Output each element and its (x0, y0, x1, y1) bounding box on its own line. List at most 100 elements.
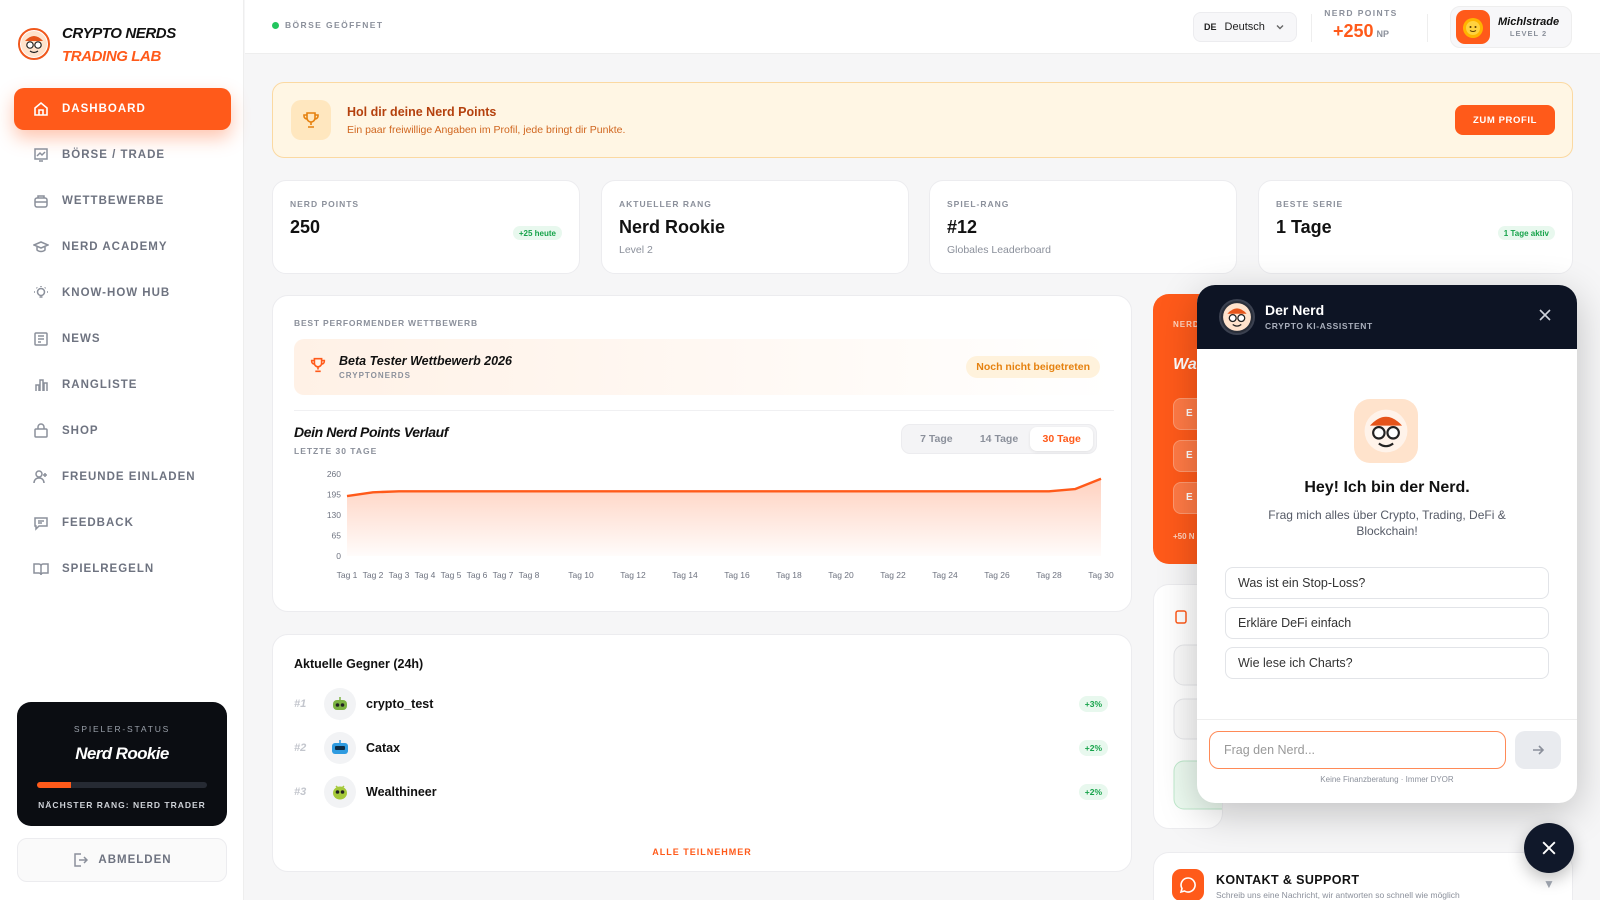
send-button[interactable] (1515, 731, 1561, 769)
brand-logo[interactable]: CRYPTO NERDS TRADING LAB (18, 22, 176, 68)
nav-item-freunde[interactable]: FREUNDE EINLADEN (14, 456, 231, 498)
x-tick-label: Tag 10 (568, 570, 594, 580)
trophy-icon (309, 356, 327, 379)
opponent-row[interactable]: #1 crypto_test +3% (294, 684, 1114, 724)
range-7-days[interactable]: 7 Tage (905, 427, 968, 451)
nav-item-shop[interactable]: SHOP (14, 410, 231, 452)
nav-item-feedback[interactable]: FEEDBACK (14, 502, 231, 544)
challenge-label: NERD (1173, 320, 1200, 329)
stat-sub: Level 2 (619, 244, 653, 256)
user-menu[interactable]: Michlstrade LEVEL 2 (1450, 6, 1572, 48)
close-icon[interactable] (1539, 309, 1551, 321)
stat-value: 250 (290, 217, 321, 237)
y-tick-label: 65 (332, 531, 342, 541)
divider (1427, 14, 1428, 42)
support-card[interactable]: KONTAKT & SUPPORT Schreib uns eine Nachr… (1153, 852, 1573, 900)
x-tick-label: Tag 7 (493, 570, 514, 580)
opponent-change: +3% (1078, 696, 1108, 712)
rank-progress-bar (37, 782, 207, 788)
opponent-row[interactable]: #3 Wealthineer +2% (294, 772, 1114, 812)
section-label: BEST PERFORMENDER WETTBEWERB (294, 318, 478, 328)
nav-item-rangliste[interactable]: RANGLISTE (14, 364, 231, 406)
chat-greeting: Hey! Ich bin der Nerd. (1304, 479, 1470, 496)
player-rank: Nerd Rookie (75, 744, 169, 763)
brand-line-2: TRADING LAB (62, 48, 161, 65)
main-nav: DASHBOARD BÖRSE / TRADE WETTBEWERBE NERD… (14, 88, 231, 594)
arrow-right-icon (1533, 745, 1545, 755)
brand-line-1: CRYPTO NERDS (62, 25, 176, 42)
nav-label: WETTBEWERBE (62, 195, 165, 207)
challenge-option-label: E (1186, 450, 1193, 461)
range-30-days[interactable]: 30 Tage (1030, 427, 1094, 451)
message-icon (32, 514, 50, 532)
range-14-days[interactable]: 14 Tage (968, 427, 1031, 451)
chart-title: Dein Nerd Points Verlauf (294, 424, 449, 440)
challenge-title: Wa (1173, 356, 1197, 373)
x-tick-label: Tag 1 (337, 570, 358, 580)
promo-title: Hol dir deine Nerd Points (347, 105, 497, 119)
opponent-row[interactable]: #2 Catax +2% (294, 728, 1114, 768)
stat-card-serie: BESTE SERIE 1 Tage 1 Tage aktiv (1258, 180, 1573, 274)
nav-item-spielregeln[interactable]: SPIELREGELN (14, 548, 231, 590)
opponent-change: +2% (1078, 784, 1108, 800)
bar-chart-icon (32, 376, 50, 394)
newspaper-icon (32, 330, 50, 348)
nav-item-wettbewerbe[interactable]: WETTBEWERBE (14, 180, 231, 222)
scroll-down-icon[interactable]: ▼ (1543, 877, 1555, 891)
competition-status-badge: Noch nicht beigetreten (966, 356, 1100, 378)
bag-icon (32, 422, 50, 440)
competition-card: BEST PERFORMENDER WETTBEWERB Beta Tester… (272, 295, 1132, 612)
chat-suggestion[interactable]: Was ist ein Stop-Loss? (1225, 567, 1549, 599)
x-tick-label: Tag 5 (441, 570, 462, 580)
topbar: BÖRSE GEÖFFNET DE Deutsch NERD POINTS +2… (245, 0, 1600, 54)
profile-button[interactable]: ZUM PROFIL (1455, 105, 1555, 135)
chart-subtitle: LETZTE 30 TAGE (294, 446, 378, 456)
y-tick-label: 0 (336, 551, 341, 561)
opponents-card: Aktuelle Gegner (24h) #1 crypto_test +3%… (272, 634, 1132, 872)
chat-suggestion[interactable]: Wie lese ich Charts? (1225, 647, 1549, 679)
opponent-name: Catax (366, 741, 401, 755)
competition-row[interactable]: Beta Tester Wettbewerb 2026 CRYPTONERDS … (294, 339, 1114, 395)
nav-label: NEWS (62, 333, 101, 345)
stat-card-spiel-rang: SPIEL-RANG #12 Globales Leaderboard (929, 180, 1237, 274)
nav-item-boerse[interactable]: BÖRSE / TRADE (14, 134, 231, 176)
user-plus-icon (32, 468, 50, 486)
language-select[interactable]: DE Deutsch (1193, 12, 1297, 42)
opponents-title: Aktuelle Gegner (24h) (294, 657, 424, 671)
nav-label: RANGLISTE (62, 379, 138, 391)
x-tick-label: Tag 3 (389, 570, 410, 580)
stat-badge: +25 heute (512, 226, 562, 240)
x-tick-label: Tag 2 (363, 570, 384, 580)
trophy-icon (291, 100, 331, 140)
chevron-down-icon (1275, 22, 1285, 32)
nerd-mascot-icon (18, 28, 50, 60)
language-label: Deutsch (1224, 21, 1265, 33)
x-tick-label: Tag 14 (672, 570, 698, 580)
nav-item-news[interactable]: NEWS (14, 318, 231, 360)
chat-toggle-button[interactable] (1524, 823, 1574, 873)
x-tick-label: Tag 18 (776, 570, 802, 580)
x-tick-label: Tag 26 (984, 570, 1010, 580)
nav-item-dashboard[interactable]: DASHBOARD (14, 88, 231, 130)
chat-header: Der Nerd CRYPTO KI-ASSISTENT (1197, 285, 1577, 349)
promo-text: Ein paar freiwillige Angaben im Profil, … (347, 124, 626, 136)
close-icon (1542, 841, 1556, 855)
nerd-mascot-icon (1354, 399, 1418, 463)
stat-value: 1 Tage (1276, 217, 1332, 237)
all-participants-link[interactable]: ALLE TEILNEHMER (273, 847, 1131, 857)
x-tick-label: Tag 6 (467, 570, 488, 580)
nerd-points-value: +250 (1332, 21, 1374, 41)
nerd-points-label: NERD POINTS (1324, 8, 1398, 18)
chat-suggestion[interactable]: Erkläre DeFi einfach (1225, 607, 1549, 639)
nerd-points-display: NERD POINTS +250 NP (1321, 8, 1401, 42)
stat-sub: Globales Leaderboard (947, 244, 1051, 256)
coin-mascot-icon (1463, 18, 1483, 38)
nav-item-academy[interactable]: NERD ACADEMY (14, 226, 231, 268)
graduation-icon (32, 238, 50, 256)
nav-item-knowhow[interactable]: KNOW-HOW HUB (14, 272, 231, 314)
chat-input[interactable]: Frag den Nerd... (1209, 731, 1506, 769)
competition-org: CRYPTONERDS (339, 371, 411, 380)
x-tick-label: Tag 24 (932, 570, 958, 580)
logout-button[interactable]: ABMELDEN (17, 838, 227, 882)
x-tick-label: Tag 12 (620, 570, 646, 580)
